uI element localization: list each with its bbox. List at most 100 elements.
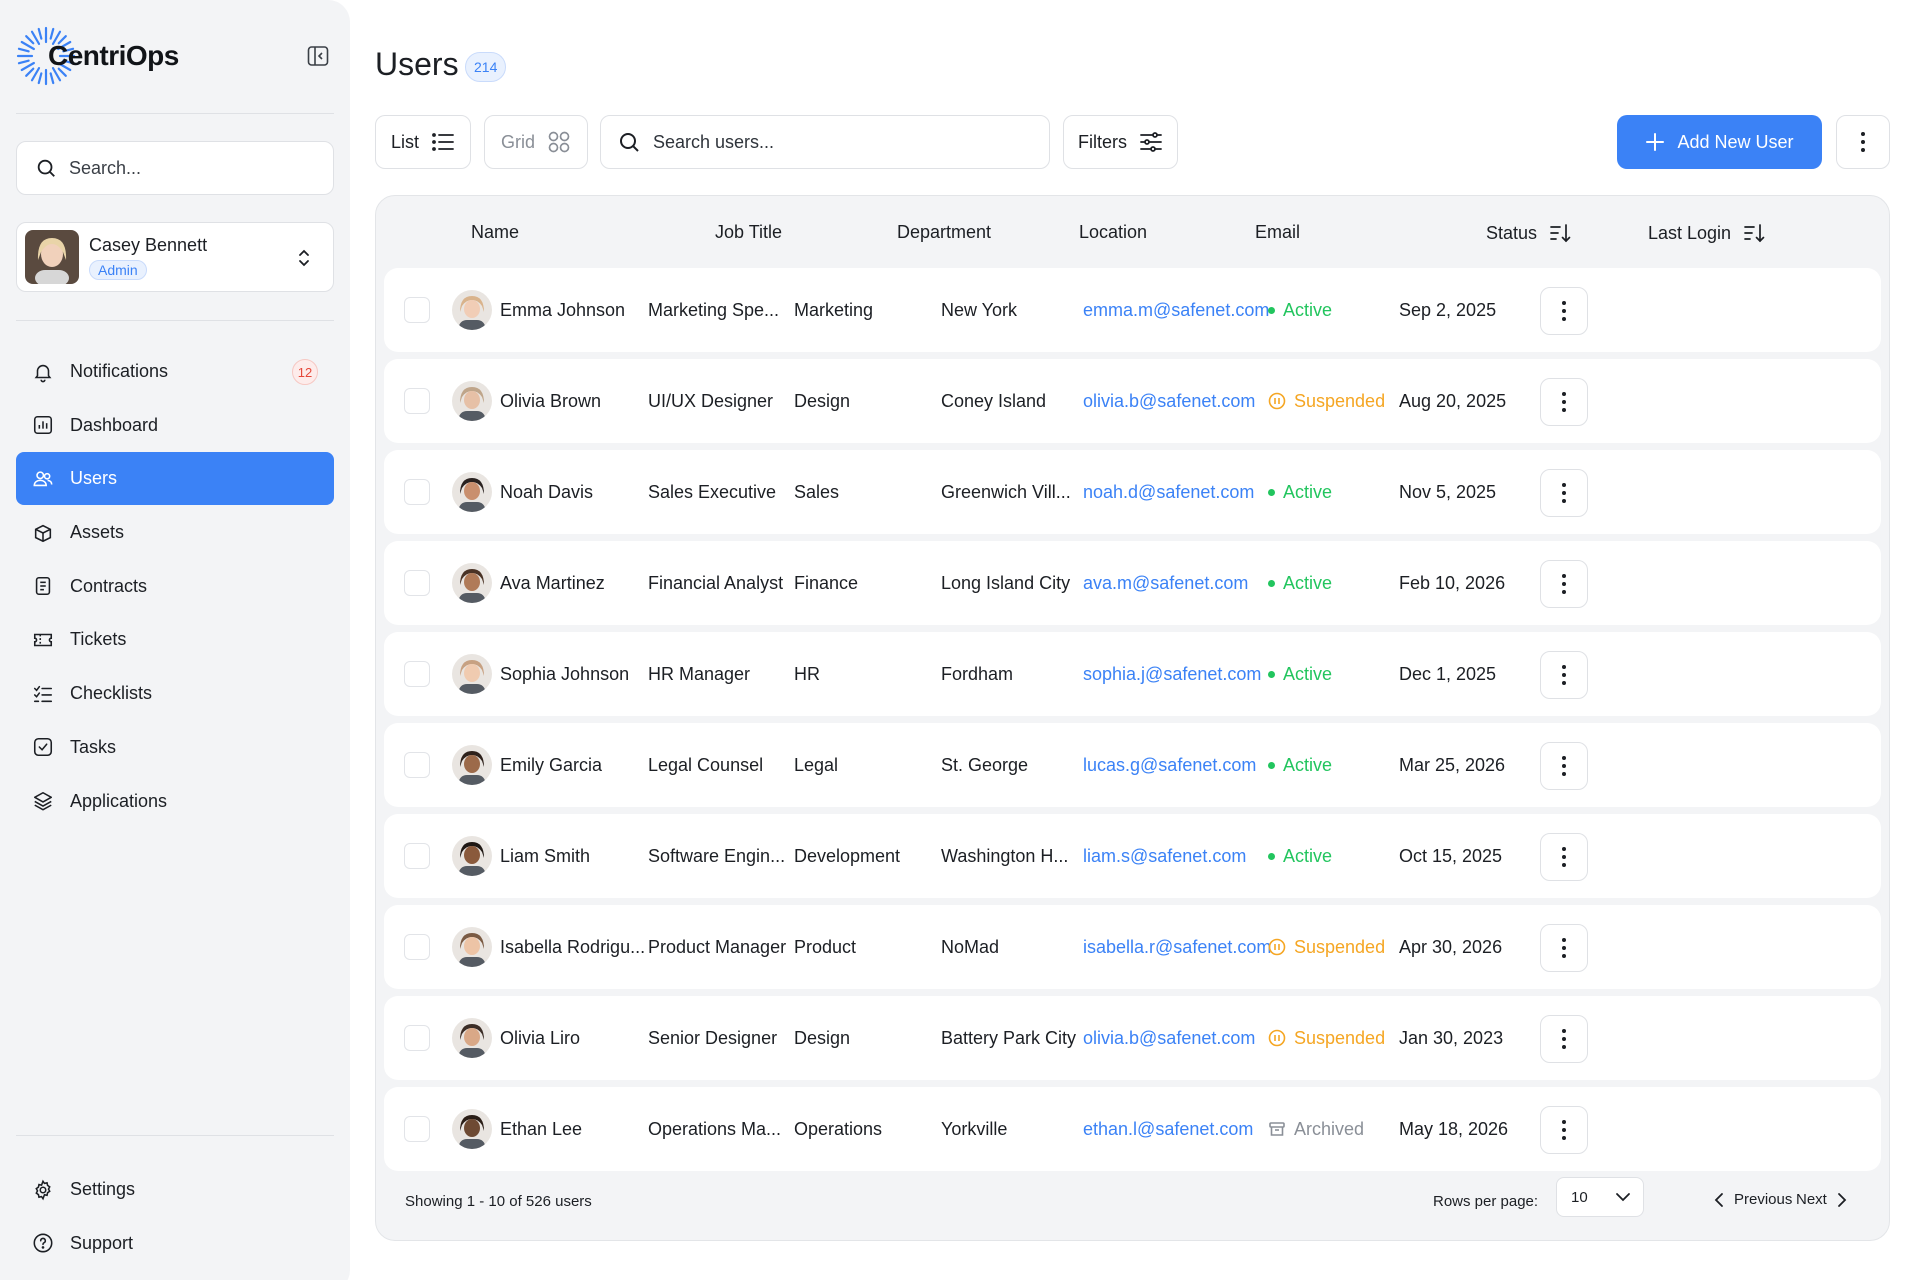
filters-button[interactable]: Filters [1063,115,1178,169]
table-row[interactable]: Emma Johnson Marketing Spe... Marketing … [384,268,1881,352]
location-cell: Greenwich Vill... [941,481,1071,502]
row-actions-button[interactable] [1540,924,1588,972]
more-options-button[interactable] [1836,115,1890,169]
email-link[interactable]: sophia.j@safenet.com [1083,632,1261,716]
job-title-cell: Financial Analyst [648,572,784,593]
column-header-department: Department [897,222,991,243]
rows-per-page-select[interactable]: 10 [1556,1177,1644,1217]
table-row[interactable]: Noah Davis Sales Executive Sales Greenwi… [384,450,1881,534]
sidebar-item-tickets[interactable]: Tickets [16,613,334,666]
row-checkbox[interactable] [404,570,430,596]
collapse-sidebar-icon[interactable] [306,44,330,68]
sidebar-search[interactable] [16,141,334,195]
row-checkbox[interactable] [404,1116,430,1142]
profile-switcher[interactable]: Casey Bennett Admin [16,222,334,292]
job-title-cell: UI/UX Designer [648,390,774,411]
rows-per-page-label: Rows per page: [1433,1193,1539,1210]
sidebar-item-label: Applications [70,790,168,811]
sidebar-item-checklists[interactable]: Checklists [16,667,334,720]
sidebar-item-tasks[interactable]: Tasks [16,721,334,774]
row-actions-button[interactable] [1540,651,1588,699]
row-actions-button[interactable] [1540,560,1588,608]
table-row[interactable]: Emily Garcia Legal Counsel Legal St. Geo… [384,723,1881,807]
previous-label: Previous [1734,1191,1793,1208]
row-actions-button[interactable] [1540,1015,1588,1063]
column-label: Location [1079,222,1148,242]
kebab-menu-icon [1562,574,1566,594]
list-view-button[interactable]: List [375,115,471,169]
table-row[interactable]: Sophia Johnson HR Manager HR Fordham sop… [384,632,1881,716]
row-checkbox[interactable] [404,479,430,505]
sidebar-item-users[interactable]: Users [16,452,334,506]
sidebar-item-dashboard[interactable]: Dashboard [16,399,334,452]
email-link[interactable]: ethan.l@safenet.com [1083,1087,1253,1171]
row-checkbox[interactable] [404,297,430,323]
table-row[interactable]: Olivia Liro Senior Designer Design Batte… [384,996,1881,1080]
last-login-cell: Mar 25, 2026 [1399,754,1506,775]
table-row[interactable]: Ava Martinez Financial Analyst Finance L… [384,541,1881,625]
sidebar-item-assets[interactable]: Assets [16,506,334,559]
email-link[interactable]: olivia.b@safenet.com [1083,359,1255,443]
table-row[interactable]: Isabella Rodrigu... Product Manager Prod… [384,905,1881,989]
row-checkbox[interactable] [404,388,430,414]
add-new-user-button[interactable]: Add New User [1617,115,1822,169]
status-label: Active [1283,481,1333,502]
sidebar-item-applications[interactable]: Applications [16,775,334,828]
email-link[interactable]: emma.m@safenet.com [1083,268,1269,352]
table-row[interactable]: Ethan Lee Operations Ma... Operations Yo… [384,1087,1881,1171]
status-dot-icon [1268,579,1275,587]
next-page-button[interactable]: Next [1796,1191,1847,1208]
divider [16,113,334,114]
user-search[interactable] [600,115,1050,169]
row-checkbox[interactable] [404,934,430,960]
sort-icon[interactable] [1743,222,1765,244]
email-link[interactable]: isabella.r@safenet.com [1083,905,1271,989]
user-name: Isabella Rodrigu... [500,936,646,957]
row-actions-button[interactable] [1540,287,1588,335]
row-checkbox[interactable] [404,661,430,687]
row-checkbox[interactable] [404,752,430,778]
avatar [452,927,492,967]
avatar [452,381,492,421]
pause-circle-icon [1268,392,1286,410]
table-row[interactable]: Olivia Brown UI/UX Designer Design Coney… [384,359,1881,443]
sidebar-item-support[interactable]: Support [16,1217,334,1270]
grid-view-button[interactable]: Grid [484,115,588,169]
job-title-cell: Legal Counsel [648,754,764,775]
sidebar-item-contracts[interactable]: Contracts [16,560,334,613]
email-link[interactable]: liam.s@safenet.com [1083,814,1246,898]
chevron-right-icon [1837,1192,1847,1207]
row-checkbox[interactable] [404,843,430,869]
grid-view-label: Grid [500,131,535,152]
email-link[interactable]: ava.m@safenet.com [1083,541,1248,625]
user-name-cell: Ava Martinez [452,541,605,625]
sidebar-item-notifications[interactable]: Notifications 12 [16,345,334,398]
brand[interactable]: CentriOps [16,26,179,86]
row-actions-button[interactable] [1540,1106,1588,1154]
status-dot-icon [1268,306,1275,314]
sort-icon[interactable] [1549,222,1571,244]
user-name-cell: Ethan Lee [452,1087,582,1171]
email-link[interactable]: olivia.b@safenet.com [1083,996,1255,1080]
column-header-status: Status [1486,222,1571,244]
sidebar-item-settings[interactable]: Settings [16,1163,334,1216]
row-actions-button[interactable] [1540,378,1588,426]
gear-icon [32,1179,54,1201]
email-link[interactable]: noah.d@safenet.com [1083,450,1254,534]
email-link[interactable]: lucas.g@safenet.com [1083,723,1256,807]
row-actions-button[interactable] [1540,469,1588,517]
user-search-input[interactable] [653,131,1033,153]
row-actions-button[interactable] [1540,833,1588,881]
table-body: Emma Johnson Marketing Spe... Marketing … [384,268,1881,1178]
chevron-up-down-icon[interactable] [295,247,313,269]
kebab-menu-icon [1861,132,1865,152]
bell-icon [32,361,54,383]
previous-page-button[interactable]: Previous [1714,1191,1792,1208]
row-checkbox[interactable] [404,1025,430,1051]
grid-icon [548,131,570,153]
column-label: Email [1255,222,1301,242]
user-name: Ava Martinez [500,572,605,593]
sidebar-search-input[interactable] [69,157,309,179]
table-row[interactable]: Liam Smith Software Engin... Development… [384,814,1881,898]
row-actions-button[interactable] [1540,742,1588,790]
